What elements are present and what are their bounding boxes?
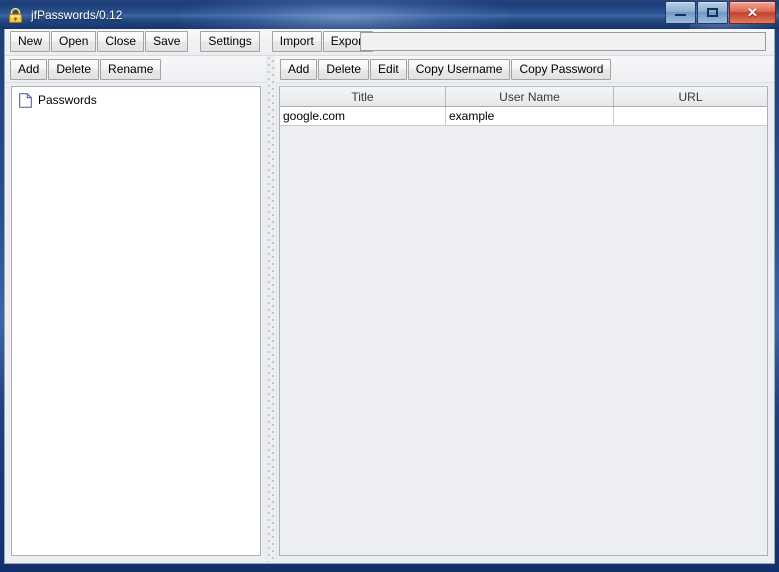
main-toolbar: New Open Close Save Settings Import Expo… bbox=[5, 29, 774, 56]
entry-add-button[interactable]: Add bbox=[280, 59, 318, 80]
maximize-button[interactable] bbox=[697, 1, 728, 24]
entries-table-body: google.com example bbox=[280, 106, 767, 126]
settings-button[interactable]: Settings bbox=[200, 31, 260, 52]
entry-delete-button[interactable]: Delete bbox=[318, 59, 370, 80]
tree-add-button[interactable]: Add bbox=[10, 59, 48, 80]
entry-edit-button[interactable]: Edit bbox=[370, 59, 407, 80]
entry-toolbar: Add Delete Edit Copy Username Copy Passw… bbox=[275, 56, 774, 83]
close-icon: ✕ bbox=[747, 4, 758, 20]
window-controls: ✕ bbox=[664, 1, 776, 24]
tree-node-label: Passwords bbox=[38, 92, 97, 107]
copy-username-button[interactable]: Copy Username bbox=[407, 59, 511, 80]
cell-url[interactable] bbox=[613, 106, 767, 126]
column-header-user-name[interactable]: User Name bbox=[445, 87, 614, 107]
right-panel: Add Delete Edit Copy Username Copy Passw… bbox=[275, 56, 774, 562]
titlebar-glow bbox=[180, 0, 510, 29]
entries-table: Title User Name URL google.com example bbox=[280, 87, 767, 126]
split-pane: Add Delete Rename Passwords Add Delete E… bbox=[5, 56, 774, 562]
search-field-wrapper bbox=[360, 32, 766, 51]
tree-toolbar-buttons: Add Delete Rename bbox=[10, 59, 162, 80]
left-panel: Add Delete Rename Passwords bbox=[5, 56, 266, 562]
window-title: jfPasswords/0.12 bbox=[31, 7, 123, 22]
save-button[interactable]: Save bbox=[145, 31, 189, 52]
import-button[interactable]: Import bbox=[271, 31, 322, 52]
document-icon bbox=[19, 92, 32, 108]
main-toolbar-buttons: New Open Close Save Settings Import Expo… bbox=[10, 31, 374, 52]
padlock-icon bbox=[7, 7, 24, 24]
entries-table-head: Title User Name URL bbox=[280, 87, 767, 107]
entry-button-group: Add Delete Edit Copy Username Copy Passw… bbox=[280, 59, 612, 80]
title-bar-left: jfPasswords/0.12 bbox=[7, 4, 122, 26]
table-row[interactable]: google.com example bbox=[280, 106, 767, 126]
copy-password-button[interactable]: Copy Password bbox=[511, 59, 612, 80]
minimize-button[interactable] bbox=[665, 1, 696, 24]
column-header-title[interactable]: Title bbox=[280, 87, 446, 107]
cell-title[interactable]: google.com bbox=[280, 106, 446, 126]
entry-toolbar-buttons: Add Delete Edit Copy Username Copy Passw… bbox=[280, 59, 612, 80]
tree-node-passwords[interactable]: Passwords bbox=[17, 91, 260, 109]
entries-scroll-pane[interactable]: Title User Name URL google.com example bbox=[279, 86, 768, 556]
open-button[interactable]: Open bbox=[51, 31, 97, 52]
tree-button-group: Add Delete Rename bbox=[10, 59, 162, 80]
tree-delete-button[interactable]: Delete bbox=[48, 59, 100, 80]
cell-user-name[interactable]: example bbox=[445, 106, 614, 126]
client-area: New Open Close Save Settings Import Expo… bbox=[4, 29, 775, 564]
close-window-button[interactable]: ✕ bbox=[729, 1, 776, 24]
tree-toolbar: Add Delete Rename bbox=[5, 56, 266, 83]
tree-rename-button[interactable]: Rename bbox=[100, 59, 162, 80]
column-header-url[interactable]: URL bbox=[613, 87, 767, 107]
table-header-row: Title User Name URL bbox=[280, 87, 767, 107]
file-button-group: New Open Close Save bbox=[10, 31, 189, 52]
title-bar[interactable]: jfPasswords/0.12 ✕ bbox=[0, 0, 779, 29]
maximize-icon bbox=[707, 8, 718, 17]
tree-scroll-pane[interactable]: Passwords bbox=[11, 86, 261, 556]
search-input[interactable] bbox=[360, 32, 766, 51]
new-button[interactable]: New bbox=[10, 31, 51, 52]
settings-button-group: Settings bbox=[200, 31, 260, 52]
minimize-icon bbox=[675, 14, 686, 16]
application-window: jfPasswords/0.12 ✕ New Open Close Save S… bbox=[0, 0, 779, 572]
close-button[interactable]: Close bbox=[97, 31, 145, 52]
